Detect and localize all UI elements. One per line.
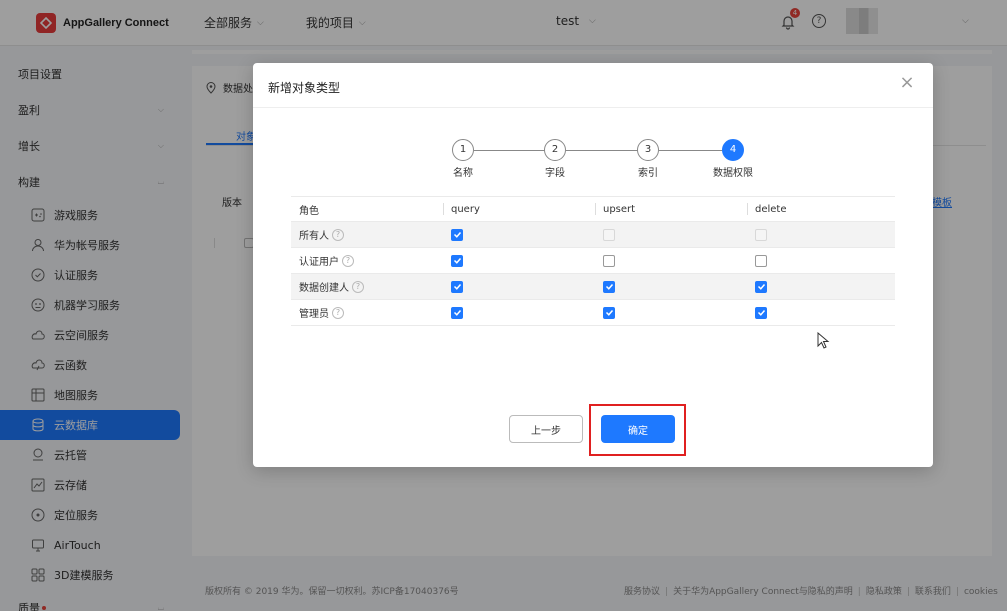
step-3: 3 索引 [618, 139, 678, 179]
stepper: 1 名称 2 字段 3 索引 4 数据权限 [433, 139, 753, 183]
upsert-checkbox[interactable] [603, 306, 615, 319]
upsert-cell [595, 222, 747, 248]
step-1: 1 名称 [433, 139, 493, 179]
step-number: 3 [637, 139, 659, 161]
delete-cell [747, 300, 895, 326]
column-header-role: 角色 [299, 205, 319, 217]
query-checkbox[interactable] [451, 280, 463, 293]
role-cell: 数据创建人? [291, 274, 443, 300]
role-label: 数据创建人 [299, 283, 349, 294]
step-label: 字段 [545, 168, 565, 179]
table-row: 认证用户? [291, 248, 895, 274]
delete-cell [747, 274, 895, 300]
dialog-title: 新增对象类型 [268, 81, 341, 95]
help-icon[interactable]: ? [332, 228, 344, 241]
query-cell [443, 274, 595, 300]
step-number: 2 [544, 139, 566, 161]
table-body: 所有人? 认证用户? 数据创建人? 管理员? [291, 222, 895, 326]
query-cell [443, 248, 595, 274]
delete-checkbox[interactable] [755, 254, 767, 267]
step-label: 索引 [638, 168, 658, 179]
delete-cell [747, 248, 895, 274]
query-checkbox[interactable] [451, 228, 463, 241]
query-checkbox[interactable] [451, 254, 463, 267]
delete-checkbox[interactable] [755, 280, 767, 293]
upsert-checkbox [603, 228, 615, 241]
table-row: 数据创建人? [291, 274, 895, 300]
help-icon[interactable]: ? [332, 306, 344, 319]
upsert-checkbox[interactable] [603, 280, 615, 293]
table-header: 角色 query upsert delete [291, 196, 895, 222]
mouse-cursor-icon [817, 332, 830, 349]
column-header-query: query [443, 196, 595, 222]
delete-cell [747, 222, 895, 248]
delete-checkbox[interactable] [755, 306, 767, 319]
query-cell [443, 222, 595, 248]
query-cell [443, 300, 595, 326]
permissions-table: 角色 query upsert delete 所有人? 认证用户? 数据创建人? 管理… [291, 196, 895, 326]
role-cell: 认证用户? [291, 248, 443, 274]
step-number: 4 [722, 139, 744, 161]
close-icon[interactable]: × [899, 74, 915, 92]
upsert-cell [595, 248, 747, 274]
step-number: 1 [452, 139, 474, 161]
step-label: 名称 [453, 168, 473, 179]
help-icon[interactable]: ? [352, 280, 364, 293]
upsert-cell [595, 274, 747, 300]
role-label: 认证用户 [299, 257, 339, 268]
upsert-checkbox[interactable] [603, 254, 615, 267]
highlight-box [589, 404, 686, 456]
table-row: 管理员? [291, 300, 895, 326]
prev-step-button[interactable]: 上一步 [509, 415, 583, 443]
role-label: 所有人 [299, 231, 329, 242]
column-header-upsert: upsert [595, 196, 747, 222]
table-row: 所有人? [291, 222, 895, 248]
role-label: 管理员 [299, 309, 329, 320]
help-icon[interactable]: ? [342, 254, 354, 267]
step-4: 4 数据权限 [703, 139, 763, 179]
step-label: 数据权限 [713, 168, 753, 179]
role-cell: 管理员? [291, 300, 443, 326]
divider [253, 107, 933, 108]
role-cell: 所有人? [291, 222, 443, 248]
delete-checkbox [755, 228, 767, 241]
column-header-delete: delete [747, 196, 895, 222]
step-2: 2 字段 [525, 139, 585, 179]
query-checkbox[interactable] [451, 306, 463, 319]
upsert-cell [595, 300, 747, 326]
